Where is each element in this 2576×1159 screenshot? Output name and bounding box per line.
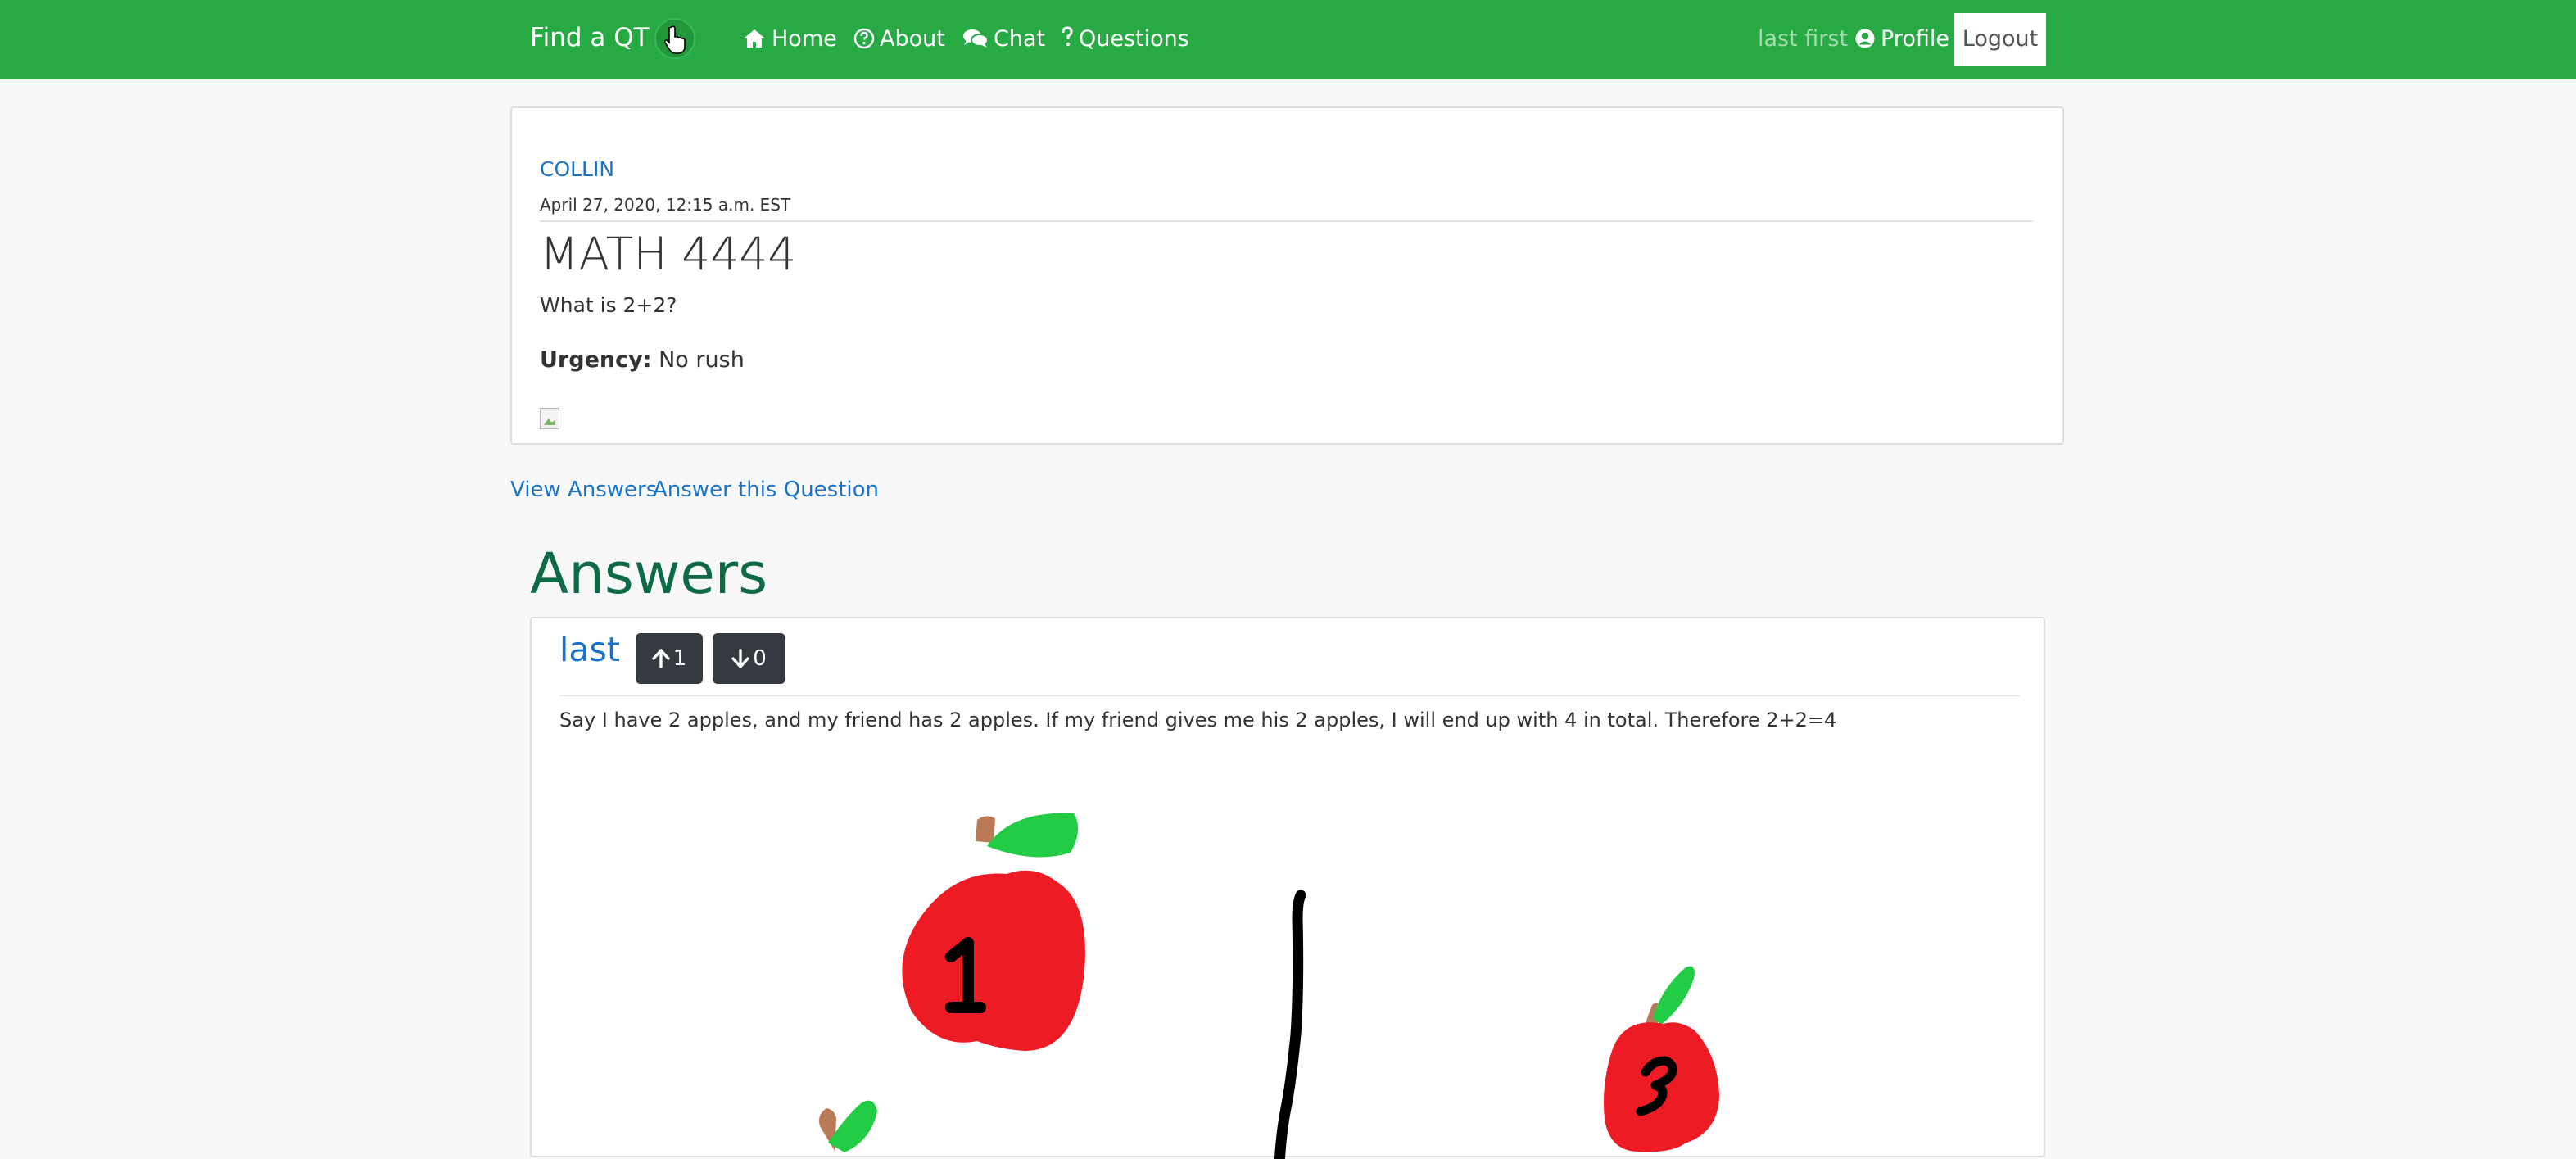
brand-title[interactable]: Find a QT <box>530 18 650 57</box>
broken-image-icon <box>540 408 559 429</box>
answer-question-link[interactable]: Answer this Question <box>653 478 879 502</box>
nav-home-link[interactable]: Home <box>742 23 837 56</box>
nav-about-label: About <box>880 26 945 52</box>
divider <box>540 220 2033 222</box>
nav-profile-link[interactable]: Profile <box>1854 23 1949 56</box>
question-text: What is 2+2? <box>540 293 677 317</box>
question-author-link[interactable]: COLLIN <box>540 157 614 181</box>
urgency-line: Urgency: No rush <box>540 347 745 373</box>
nav-questions-label: Questions <box>1079 26 1189 52</box>
question-date: April 27, 2020, 12:15 a.m. EST <box>540 195 791 215</box>
question-title: MATH 4444 <box>540 228 797 280</box>
divider-stroke-drawing <box>1274 890 1306 1159</box>
urgency-value: No rush <box>659 347 745 373</box>
answers-heading: Answers <box>530 541 768 607</box>
home-icon <box>744 29 765 48</box>
nav-chat-link[interactable]: Chat <box>962 23 1045 56</box>
question-mark-icon <box>1062 26 1073 47</box>
question-circle-icon <box>853 28 875 49</box>
pointer-hand-icon[interactable] <box>654 18 695 59</box>
apple-one-drawing <box>902 813 1085 1051</box>
chat-icon <box>963 29 989 48</box>
question-card: COLLIN April 27, 2020, 12:15 a.m. EST MA… <box>510 106 2064 445</box>
apple-question-drawing <box>1604 966 1719 1152</box>
nav-home-label: Home <box>772 26 837 52</box>
urgency-label: Urgency: <box>540 347 652 373</box>
nav-about-link[interactable]: About <box>853 23 945 56</box>
answer-card: last 1 0 Say I have 2 apples, and my fri… <box>530 617 2045 1159</box>
apple-drawing-image <box>819 813 1719 1159</box>
user-circle-icon <box>1855 29 1875 48</box>
logout-button[interactable]: Logout <box>1954 13 2046 66</box>
apple-two-drawing <box>819 1100 877 1152</box>
top-navbar: Find a QT Home About Chat Questions last… <box>0 0 2576 79</box>
user-name-link[interactable]: last first <box>1758 23 1848 56</box>
nav-chat-label: Chat <box>994 26 1046 52</box>
view-answers-link[interactable]: View Answers <box>510 478 657 502</box>
nav-questions-link[interactable]: Questions <box>1061 23 1189 56</box>
nav-profile-label: Profile <box>1881 26 1949 52</box>
